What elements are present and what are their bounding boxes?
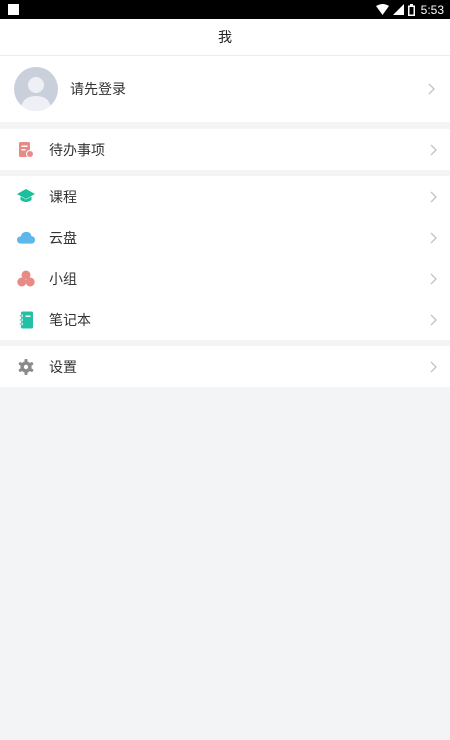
menu-item-settings[interactable]: 设置 [0,346,450,387]
chevron-right-icon [430,361,437,372]
profile-row[interactable]: 请先登录 [0,56,450,122]
main-menu-group: 课程 云盘 小组 笔记本 [0,176,450,340]
status-time: 5:53 [420,2,444,17]
settings-group: 设置 [0,346,450,387]
avatar [14,67,58,111]
notification-icon [8,4,19,15]
page-title-bar: 我 [0,19,450,56]
menu-item-cloud[interactable]: 云盘 [0,217,450,258]
chevron-right-icon [430,314,437,325]
chevron-right-icon [430,191,437,202]
chevron-right-icon [430,232,437,243]
status-bar: 5:53 [0,0,450,19]
chevron-right-icon [430,144,437,155]
menu-item-group[interactable]: 小组 [0,258,450,299]
menu-item-label: 设置 [49,359,77,376]
status-indicators: 5:53 [375,2,444,17]
page-title: 我 [218,30,232,46]
menu-item-label: 课程 [49,189,77,206]
chevron-right-icon [428,83,435,95]
gear-icon [17,358,35,376]
login-prompt: 请先登录 [70,82,126,98]
battery-icon [407,3,415,16]
menu-item-notebook[interactable]: 笔记本 [0,299,450,340]
menu-item-label: 笔记本 [49,312,91,329]
group-icon [17,270,35,288]
todo-icon [17,141,35,159]
cloud-icon [17,229,35,247]
notebook-icon [17,311,35,329]
menu-item-label: 待办事项 [49,142,105,159]
menu-item-course[interactable]: 课程 [0,176,450,217]
menu-item-label: 云盘 [49,230,77,247]
wifi-icon [375,4,389,15]
signal-icon [392,4,404,15]
menu-item-todo[interactable]: 待办事项 [0,129,450,170]
todo-group: 待办事项 [0,129,450,170]
graduation-cap-icon [17,188,35,206]
chevron-right-icon [430,273,437,284]
menu-item-label: 小组 [49,271,77,288]
